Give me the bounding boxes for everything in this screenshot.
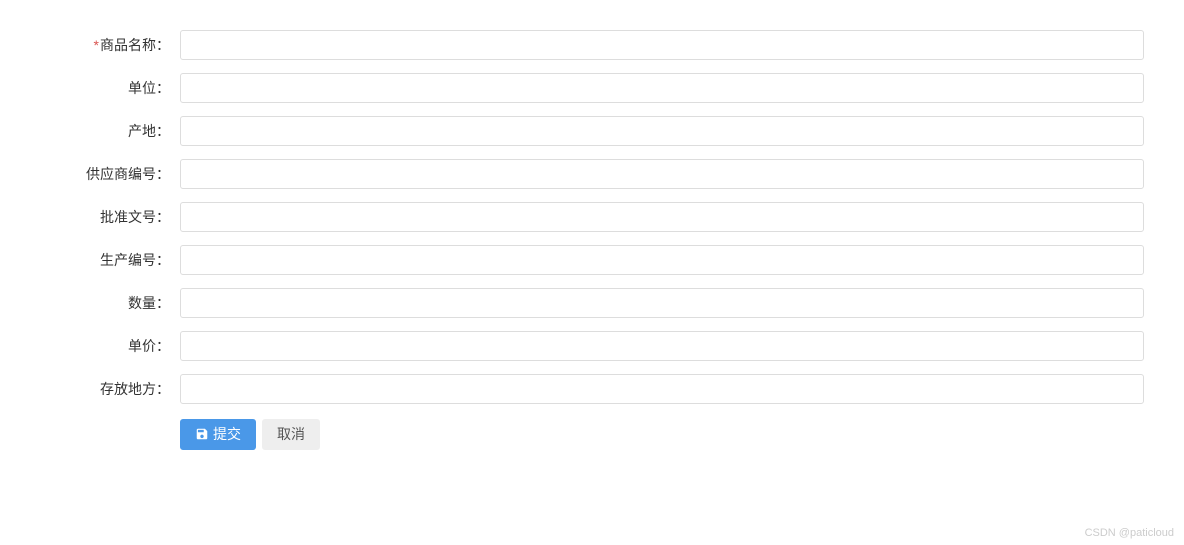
input-approval-number[interactable] <box>180 202 1144 232</box>
label-text: 批准文号： <box>100 209 170 225</box>
input-quantity[interactable] <box>180 288 1144 318</box>
field-origin: 产地： <box>40 116 1144 146</box>
input-product-name[interactable] <box>180 30 1144 60</box>
label-origin: 产地： <box>40 121 180 141</box>
field-unit: 单位： <box>40 73 1144 103</box>
form-actions: 提交 取消 <box>40 419 1144 450</box>
label-quantity: 数量： <box>40 293 180 313</box>
save-icon <box>195 427 209 441</box>
label-product-name: *商品名称： <box>40 35 180 55</box>
label-text: 生产编号： <box>100 252 170 268</box>
field-product-name: *商品名称： <box>40 30 1144 60</box>
label-text: 单价： <box>128 338 170 354</box>
input-origin[interactable] <box>180 116 1144 146</box>
label-supplier-id: 供应商编号： <box>40 164 180 184</box>
input-unit[interactable] <box>180 73 1144 103</box>
input-supplier-id[interactable] <box>180 159 1144 189</box>
field-supplier-id: 供应商编号： <box>40 159 1144 189</box>
label-storage-location: 存放地方： <box>40 379 180 399</box>
cancel-button[interactable]: 取消 <box>262 419 320 450</box>
label-approval-number: 批准文号： <box>40 207 180 227</box>
required-mark: * <box>94 37 99 53</box>
field-storage-location: 存放地方： <box>40 374 1144 404</box>
submit-button[interactable]: 提交 <box>180 419 256 450</box>
cancel-label: 取消 <box>277 426 305 443</box>
field-unit-price: 单价： <box>40 331 1144 361</box>
field-production-number: 生产编号： <box>40 245 1144 275</box>
label-text: 供应商编号： <box>86 166 170 182</box>
label-production-number: 生产编号： <box>40 250 180 270</box>
field-approval-number: 批准文号： <box>40 202 1144 232</box>
label-unit-price: 单价： <box>40 336 180 356</box>
label-text: 数量： <box>128 295 170 311</box>
submit-label: 提交 <box>213 426 241 443</box>
input-production-number[interactable] <box>180 245 1144 275</box>
label-text: 商品名称： <box>100 37 170 53</box>
label-text: 产地： <box>128 123 170 139</box>
field-quantity: 数量： <box>40 288 1144 318</box>
label-unit: 单位： <box>40 78 180 98</box>
product-form: *商品名称： 单位： 产地： 供应商编号： 批准文号： 生产编号： <box>40 30 1144 450</box>
label-text: 单位： <box>128 80 170 96</box>
watermark: CSDN @paticloud <box>1085 527 1174 539</box>
input-storage-location[interactable] <box>180 374 1144 404</box>
input-unit-price[interactable] <box>180 331 1144 361</box>
label-text: 存放地方： <box>100 381 170 397</box>
